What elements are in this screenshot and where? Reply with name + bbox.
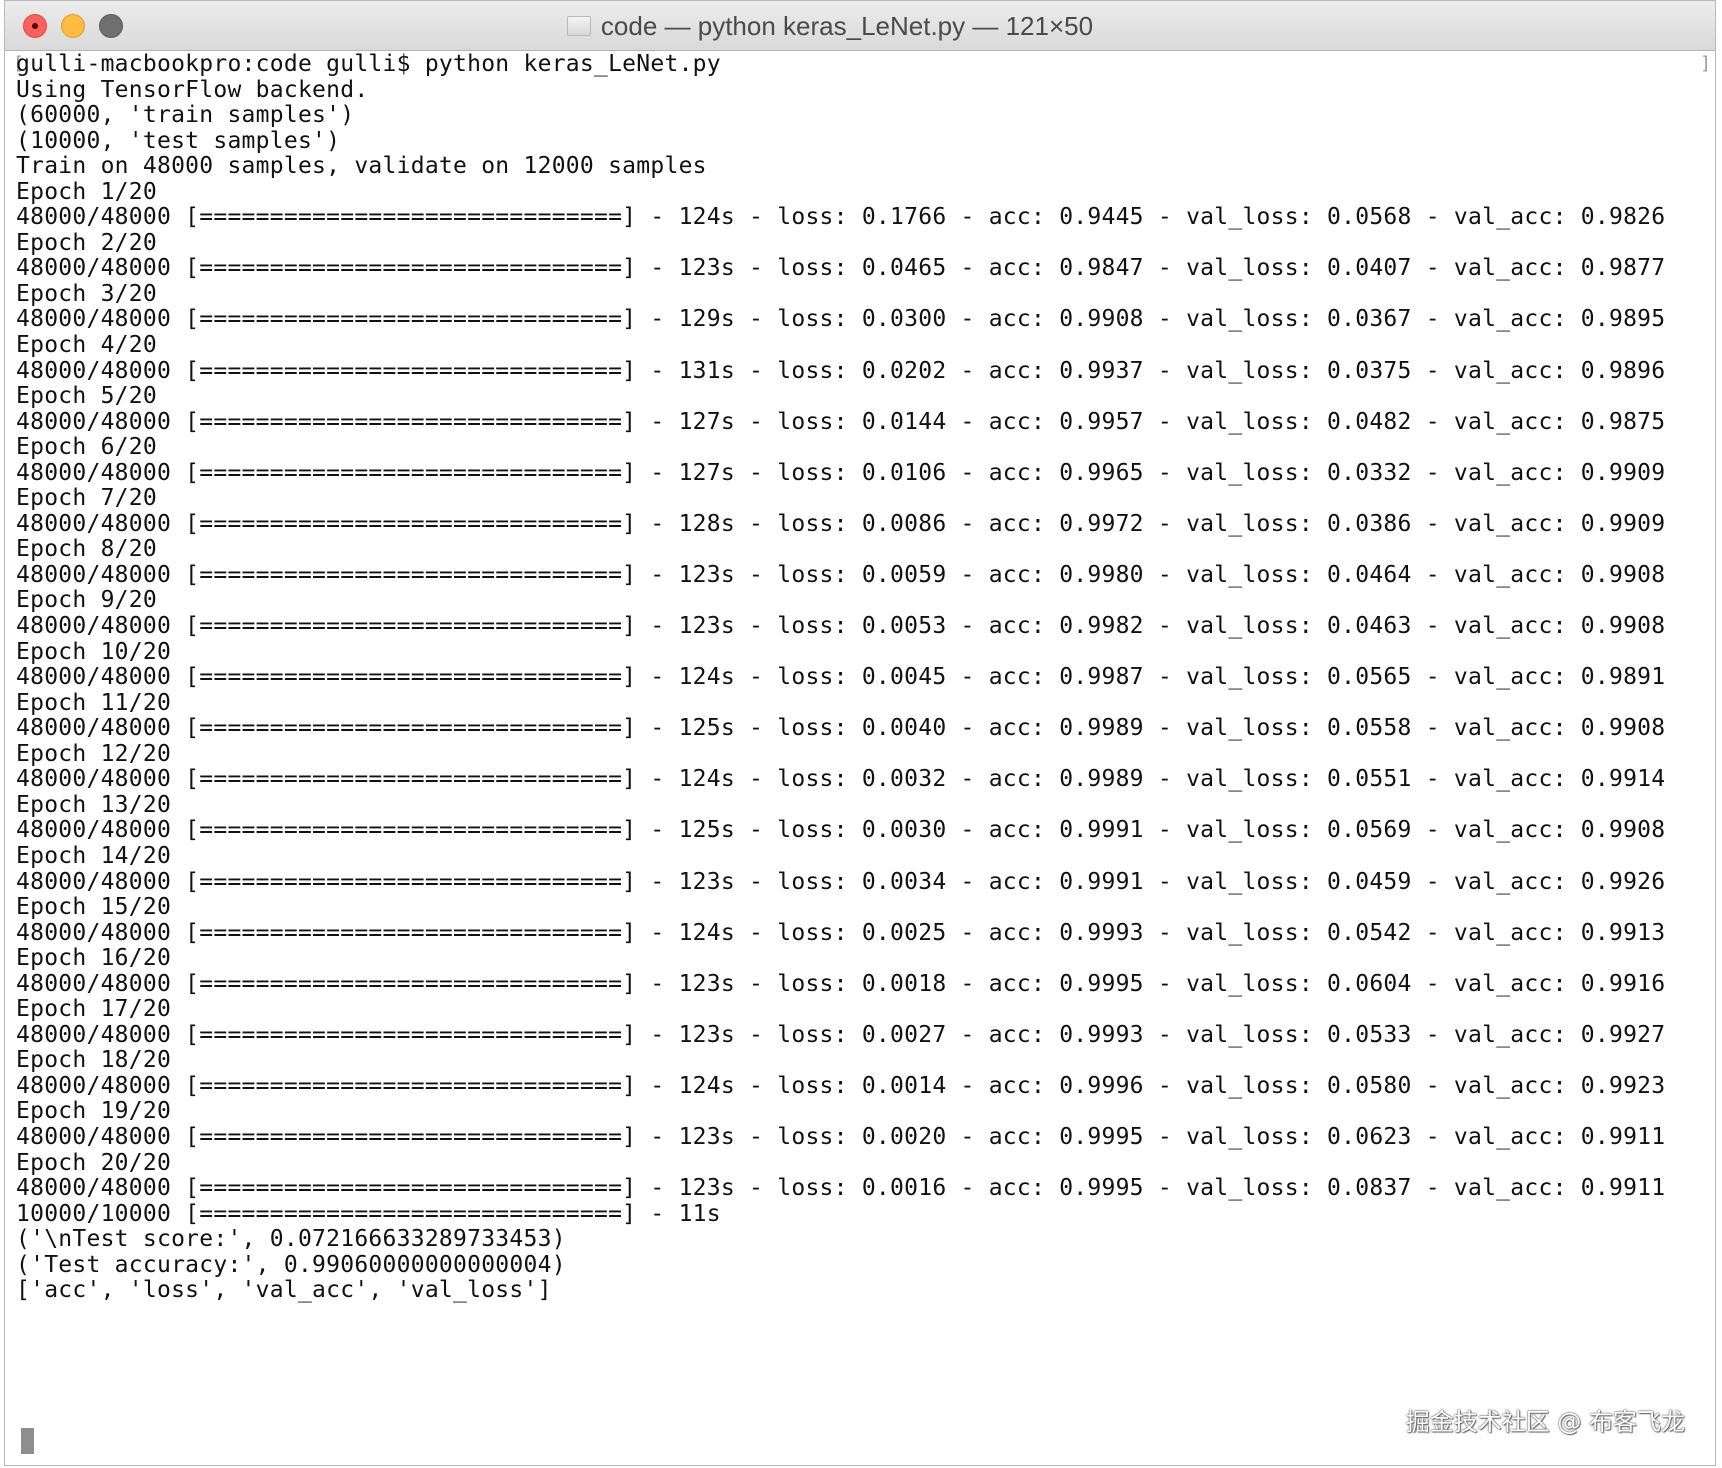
terminal-line: Epoch 20/20 [16,1149,172,1176]
scroll-marker-right: ] [1700,53,1711,74]
terminal-line: 48000/48000 [===========================… [16,204,1666,231]
terminal-line: 48000/48000 [===========================… [16,1072,1666,1099]
document-icon [566,16,591,36]
terminal-line: 48000/48000 [===========================… [16,613,1666,640]
terminal-line: Using TensorFlow backend. [16,76,369,103]
terminal-line: 48000/48000 [===========================… [16,970,1666,997]
terminal-output[interactable]: gulli-macbookpro:code gulli$ python kera… [16,51,1696,1452]
watermark: 掘金技术社区 @ 布客飞龙 [1405,1408,1685,1436]
terminal-line: 48000/48000 [===========================… [16,306,1666,333]
terminal-line: Epoch 1/20 [16,178,157,205]
text-cursor [21,1428,34,1454]
terminal-line: Epoch 19/20 [16,1098,172,1125]
terminal-line: 10000/10000 [===========================… [16,1200,721,1227]
terminal-line: Epoch 4/20 [16,332,157,359]
terminal-line: 48000/48000 [===========================… [16,255,1666,282]
terminal-line: Epoch 18/20 [16,1047,172,1074]
terminal-line: (60000, 'train samples') [16,102,355,129]
terminal-window: code — python keras_LeNet.py — 121×50 [ … [4,0,1716,1466]
terminal-line: 48000/48000 [===========================… [16,817,1666,844]
terminal-line: Epoch 16/20 [16,945,172,972]
window-title: code — python keras_LeNet.py — 121×50 [600,10,1094,41]
terminal-line: (10000, 'test samples') [16,127,341,154]
terminal-line: Epoch 11/20 [16,689,172,716]
terminal-line: Epoch 2/20 [16,229,157,256]
terminal-line: Epoch 3/20 [16,280,157,307]
terminal-line: 48000/48000 [===========================… [16,459,1666,486]
terminal-line: Epoch 5/20 [16,383,157,410]
terminal-line: Epoch 8/20 [16,536,157,563]
terminal-line: Epoch 6/20 [16,434,157,461]
terminal-line: Epoch 17/20 [16,996,172,1023]
terminal-line: ('\nTest score:', 0.072166633289733453) [16,1226,566,1253]
terminal-line: Epoch 15/20 [16,894,172,921]
terminal-line: ('Test accuracy:', 0.99060000000000004) [16,1251,566,1278]
terminal-line: 48000/48000 [===========================… [16,664,1666,691]
terminal-line: 48000/48000 [===========================… [16,561,1666,588]
title-bar[interactable]: code — python keras_LeNet.py — 121×50 [5,1,1715,51]
terminal-line: 48000/48000 [===========================… [16,919,1666,946]
terminal-line: 48000/48000 [===========================… [16,1021,1666,1048]
terminal-line: Epoch 9/20 [16,587,157,614]
terminal-line: Epoch 12/20 [16,740,172,767]
terminal-line: Epoch 14/20 [16,842,172,869]
terminal-line: 48000/48000 [===========================… [16,357,1666,384]
terminal-line: gulli-macbookpro:code gulli$ python kera… [16,51,721,77]
terminal-line: Epoch 7/20 [16,485,157,512]
terminal-line: 48000/48000 [===========================… [16,510,1666,537]
terminal-line: 48000/48000 [===========================… [16,868,1666,895]
terminal-line: Epoch 13/20 [16,791,172,818]
title-container: code — python keras_LeNet.py — 121×50 [5,1,1715,51]
terminal-line: ['acc', 'loss', 'val_acc', 'val_loss'] [16,1277,552,1304]
terminal-line: 48000/48000 [===========================… [16,715,1666,742]
terminal-line: Train on 48000 samples, validate on 1200… [16,153,707,180]
terminal-line: 48000/48000 [===========================… [16,408,1666,435]
terminal-line: 48000/48000 [===========================… [16,766,1666,793]
terminal-line: Epoch 10/20 [16,638,172,665]
terminal-line: 48000/48000 [===========================… [16,1175,1666,1202]
terminal-line: 48000/48000 [===========================… [16,1123,1666,1150]
